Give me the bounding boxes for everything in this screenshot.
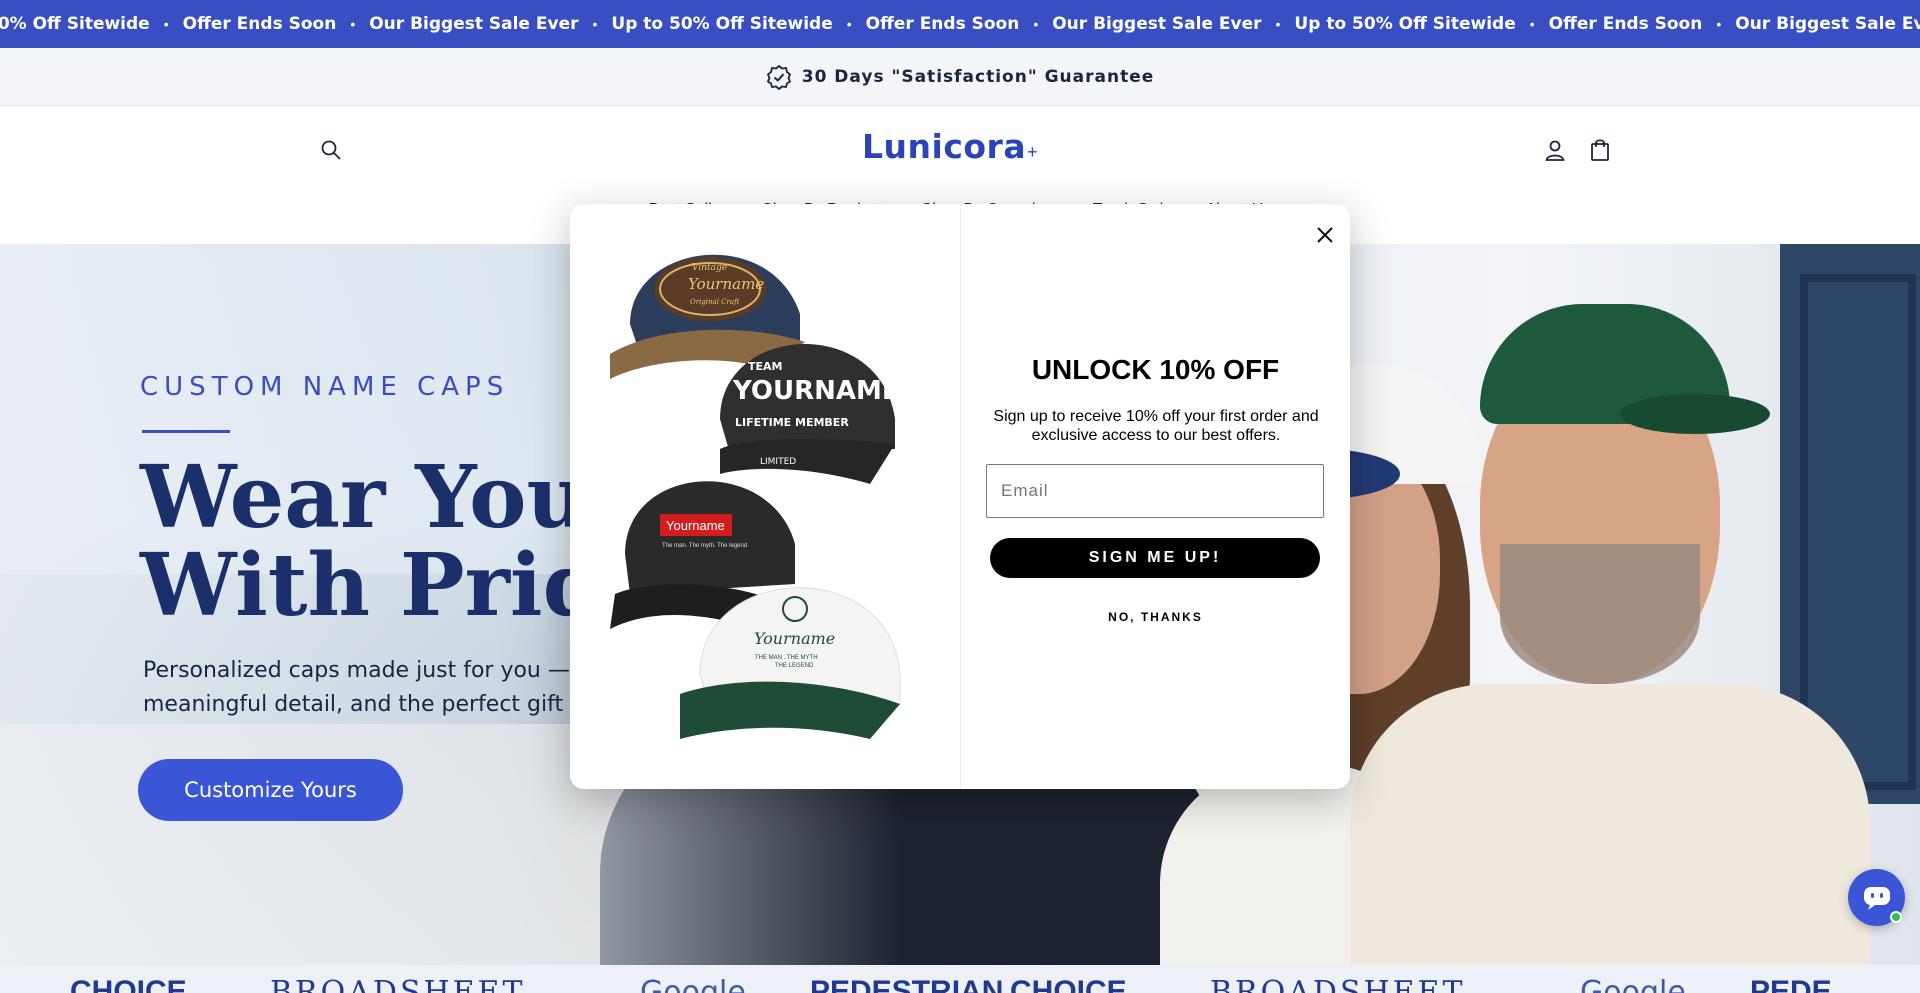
chat-online-indicator: [1890, 911, 1902, 923]
caps-illustration: YOURNAME TEAM LIFETIME MEMBER LIMITED Yo…: [610, 254, 901, 739]
cap-team: YOURNAME TEAM LIFETIME MEMBER LIMITED: [720, 343, 900, 484]
no-thanks-link[interactable]: NO, THANKS: [961, 610, 1350, 624]
cap-red-name: Yourname: [666, 518, 725, 533]
modal-close-button[interactable]: [1310, 220, 1340, 250]
chat-bot-icon: [1863, 886, 1890, 910]
cap-green-name: Yourname: [754, 629, 835, 648]
sign-up-button[interactable]: SIGN ME UP!: [990, 538, 1320, 578]
cap-team-member: LIFETIME MEMBER: [735, 416, 849, 429]
cap-green-line1: THE MAN . THE MYTH: [755, 655, 818, 661]
cap-vintage-label: Vintage: [692, 263, 727, 273]
cap-red-tagline: The man. The myth. The legend: [662, 543, 747, 549]
email-field[interactable]: [986, 464, 1324, 518]
cap-vintage-tagline: Original Craft: [690, 298, 740, 306]
cap-team-label: TEAM: [748, 360, 782, 373]
modal-title: UNLOCK 10% OFF: [1031, 354, 1280, 385]
modal-description: Sign up to receive 10% off your first or…: [993, 408, 1319, 444]
modal-product-image: YOURNAME TEAM LIFETIME MEMBER LIMITED Yo…: [570, 204, 961, 789]
cap-green-line2: THE LEGEND: [775, 663, 814, 669]
cap-team-limited: LIMITED: [760, 457, 796, 467]
cap-team-name: YOURNAME: [732, 376, 900, 406]
cap-vintage-name: Yourname: [688, 275, 764, 293]
signup-modal: YOURNAME TEAM LIFETIME MEMBER LIMITED Yo…: [570, 204, 1350, 789]
close-icon: [1317, 227, 1333, 243]
